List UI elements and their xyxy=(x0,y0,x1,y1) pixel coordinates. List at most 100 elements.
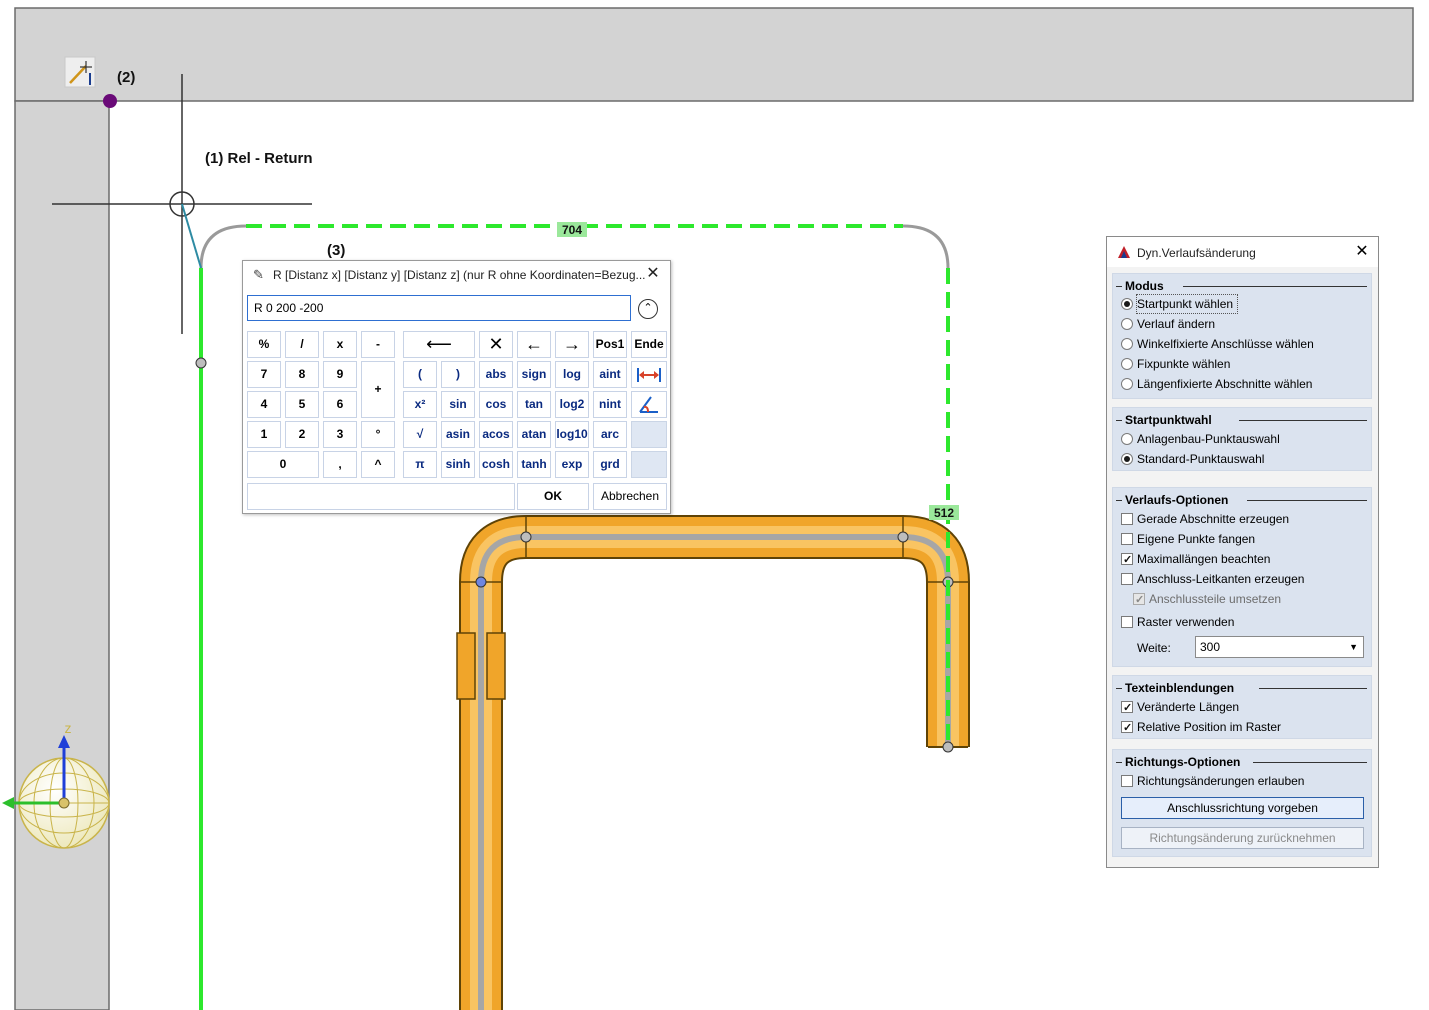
checkbox[interactable] xyxy=(1121,533,1133,545)
pipe-point[interactable] xyxy=(897,531,909,543)
key-0[interactable]: 0 xyxy=(247,451,319,478)
key-7[interactable]: 7 xyxy=(247,361,281,388)
checkbox[interactable] xyxy=(1121,699,1133,717)
chevron-up-icon: ⌃ xyxy=(643,302,653,314)
anschlussrichtung-vorgeben-button[interactable]: Anschlussrichtung vorgeben xyxy=(1121,797,1364,819)
key-arc[interactable]: arc xyxy=(593,421,627,448)
key-comma[interactable]: , xyxy=(323,451,357,478)
key-multiply[interactable]: x xyxy=(323,331,357,358)
measure-angle-icon xyxy=(639,396,658,413)
key-5[interactable]: 5 xyxy=(285,391,319,418)
key-square[interactable]: x² xyxy=(403,391,437,418)
radio-button[interactable] xyxy=(1121,318,1133,330)
group-title: Modus xyxy=(1125,279,1164,293)
key-log10[interactable]: log10 xyxy=(555,421,589,448)
radio-button[interactable] xyxy=(1121,453,1133,465)
key-nint[interactable]: nint xyxy=(593,391,627,418)
arrow-right-icon: → xyxy=(563,334,581,354)
key-abs[interactable]: abs xyxy=(479,361,513,388)
calculator-titlebar[interactable]: ✎ R [Distanz x] [Distanz y] [Distanz z] … xyxy=(243,261,670,289)
key-degree[interactable]: ° xyxy=(361,421,395,448)
group-title: Startpunktwahl xyxy=(1125,413,1212,427)
pencil-icon: ✎ xyxy=(253,267,264,282)
radio-button[interactable] xyxy=(1121,298,1133,310)
weite-select[interactable]: 300 ▼ xyxy=(1195,636,1364,658)
key-8[interactable]: 8 xyxy=(285,361,319,388)
key-sqrt[interactable]: √ xyxy=(403,421,437,448)
key-4[interactable]: 4 xyxy=(247,391,281,418)
key-log2[interactable]: log2 xyxy=(555,391,589,418)
key-cos[interactable]: cos xyxy=(479,391,513,418)
radio-button[interactable] xyxy=(1121,358,1133,370)
calculator-ok-button[interactable]: OK xyxy=(517,483,589,510)
radio-button[interactable] xyxy=(1121,433,1133,445)
key-exp[interactable]: exp xyxy=(555,451,589,478)
checkbox[interactable] xyxy=(1121,573,1133,585)
expression-input[interactable] xyxy=(247,295,631,321)
key-ende[interactable]: Ende xyxy=(631,331,667,358)
key-atan[interactable]: atan xyxy=(517,421,551,448)
group-title: Richtungs-Optionen xyxy=(1125,755,1241,769)
axis-z-label: z xyxy=(65,720,72,736)
radio-button[interactable] xyxy=(1121,338,1133,350)
key-pos1[interactable]: Pos1 xyxy=(593,331,627,358)
start-point-marker[interactable] xyxy=(103,94,117,108)
checkbox[interactable] xyxy=(1121,551,1133,569)
key-measure-distance[interactable] xyxy=(631,361,667,388)
magic-wand-icon xyxy=(64,56,96,88)
key-9[interactable]: 9 xyxy=(323,361,357,388)
key-2[interactable]: 2 xyxy=(285,421,319,448)
dimension-top-length: 704 xyxy=(562,223,582,237)
group-texteinblendungen: Texteinblendungen Veränderte Längen Rela… xyxy=(1112,675,1372,739)
key-paren-close[interactable]: ) xyxy=(441,361,475,388)
key-minus[interactable]: - xyxy=(361,331,395,358)
panel-titlebar[interactable]: Dyn.Verlaufsänderung ✕ xyxy=(1107,237,1378,267)
key-pi[interactable]: π xyxy=(403,451,437,478)
radio-button[interactable] xyxy=(1121,378,1133,390)
key-aint[interactable]: aint xyxy=(593,361,627,388)
key-cursor-left[interactable]: ← xyxy=(517,331,551,358)
key-backspace[interactable]: ⟵ xyxy=(403,331,475,358)
group-startpunktwahl: Startpunktwahl Anlagenbau-Punktauswahl S… xyxy=(1112,407,1372,471)
checkbox[interactable] xyxy=(1121,513,1133,525)
pipe-point[interactable] xyxy=(520,531,532,543)
arrow-left-icon: ← xyxy=(525,334,543,354)
checkbox[interactable] xyxy=(1121,719,1133,737)
pipe-point[interactable] xyxy=(475,576,487,588)
key-sin[interactable]: sin xyxy=(441,391,475,418)
key-sign[interactable]: sign xyxy=(517,361,551,388)
key-paren-open[interactable]: ( xyxy=(403,361,437,388)
path-point[interactable] xyxy=(195,357,207,369)
key-plus[interactable]: + xyxy=(361,361,395,418)
key-6[interactable]: 6 xyxy=(323,391,357,418)
key-3[interactable]: 3 xyxy=(323,421,357,448)
pipe-run[interactable] xyxy=(456,515,970,1010)
key-acos[interactable]: acos xyxy=(479,421,513,448)
key-asin[interactable]: asin xyxy=(441,421,475,448)
key-grd[interactable]: grd xyxy=(593,451,627,478)
key-1[interactable]: 1 xyxy=(247,421,281,448)
annotation-rel-return: (1) Rel - Return xyxy=(205,150,313,167)
key-power[interactable]: ^ xyxy=(361,451,395,478)
key-measure-angle[interactable] xyxy=(631,391,667,418)
dyn-verlaufsaenderung-panel: Dyn.Verlaufsänderung ✕ Modus Startpunkt … xyxy=(1106,236,1379,868)
history-up-button[interactable]: ⌃ xyxy=(638,299,658,319)
key-log[interactable]: log xyxy=(555,361,589,388)
key-percent[interactable]: % xyxy=(247,331,281,358)
key-cosh[interactable]: cosh xyxy=(479,451,513,478)
calculator-cancel-button[interactable]: Abbrechen xyxy=(593,483,667,510)
annotation-point-2: (2) xyxy=(117,69,136,86)
checkbox[interactable] xyxy=(1121,775,1133,787)
key-divide[interactable]: / xyxy=(285,331,319,358)
calculator-status-field xyxy=(247,483,515,510)
key-sinh[interactable]: sinh xyxy=(441,451,475,478)
calculator-close-button[interactable]: ✕ xyxy=(644,264,662,284)
calculator-dialog: ✎ R [Distanz x] [Distanz y] [Distanz z] … xyxy=(242,260,671,514)
checkbox[interactable] xyxy=(1121,616,1133,628)
key-cursor-right[interactable]: → xyxy=(555,331,589,358)
key-tan[interactable]: tan xyxy=(517,391,551,418)
weite-label: Weite: xyxy=(1137,641,1171,655)
key-tanh[interactable]: tanh xyxy=(517,451,551,478)
key-clear[interactable]: ✕ xyxy=(479,331,513,358)
panel-close-button[interactable]: ✕ xyxy=(1352,241,1372,263)
